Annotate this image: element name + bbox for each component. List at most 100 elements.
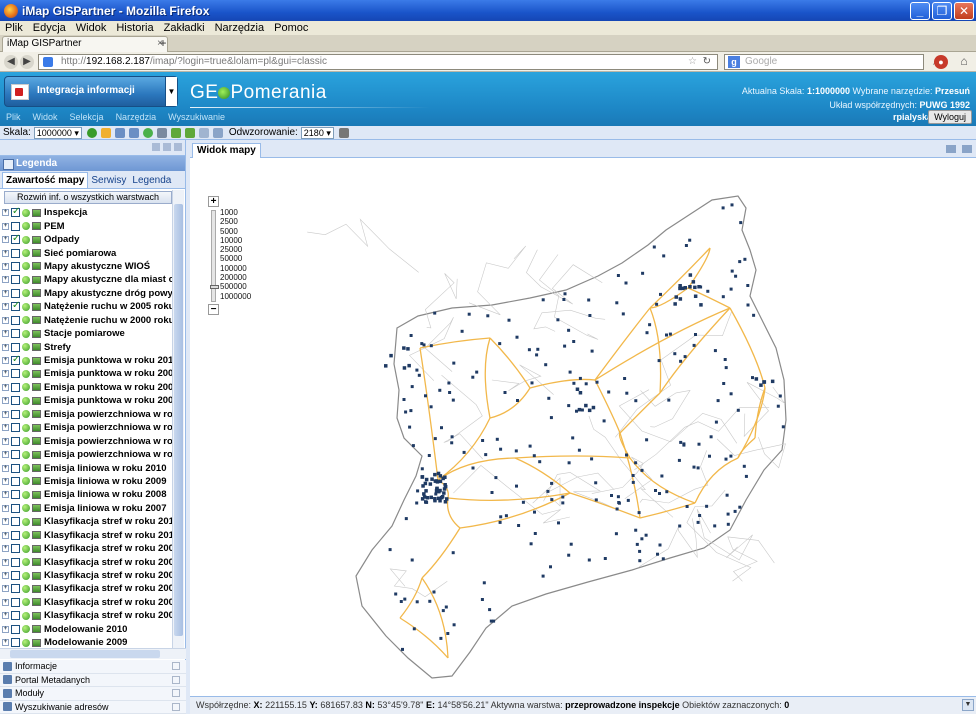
layer-item[interactable]: + PEM [0,219,172,232]
home-icon[interactable]: ⌂ [956,54,972,70]
inspection-point[interactable] [515,335,519,339]
inspection-point[interactable] [424,489,428,493]
inspection-point[interactable] [697,442,701,446]
inspection-point[interactable] [673,352,677,356]
maximize-button[interactable]: ❐ [932,1,952,20]
inspection-point[interactable] [430,477,434,481]
screen-icon[interactable] [212,127,223,138]
expand-icon[interactable]: + [2,477,9,485]
inspection-point[interactable] [486,314,490,318]
inspection-point[interactable] [416,489,420,493]
app-menu-tools[interactable]: Narzędzia [116,112,157,122]
layer-checkbox[interactable] [11,315,20,325]
inspection-point[interactable] [696,520,700,524]
panel-information[interactable]: Informacje [0,660,186,674]
inspection-point[interactable] [730,269,734,273]
inspection-point[interactable] [694,333,697,336]
layer-item[interactable]: + Inspekcja [0,206,172,219]
layer-checkbox[interactable] [11,476,20,486]
inspection-point[interactable] [499,447,503,451]
layer-visibility-icon[interactable] [22,531,30,540]
inspection-point[interactable] [691,280,696,284]
inspection-point[interactable] [634,461,638,465]
app-menu-file[interactable]: Plik [6,112,21,122]
inspection-point[interactable] [499,515,503,519]
inspection-point[interactable] [527,348,531,352]
inspection-point[interactable] [674,295,679,299]
inspection-point[interactable] [452,623,456,627]
layer-visibility-icon[interactable] [22,625,30,634]
zoom-level[interactable]: 200000 [220,273,251,282]
panel-metadata[interactable]: Portal Metadanych [0,673,186,687]
expand-icon[interactable]: + [2,303,9,311]
tab-map-content[interactable]: Zawartość mapy [2,172,89,188]
inspection-point[interactable] [433,497,437,501]
inspection-point[interactable] [471,375,475,379]
inspection-point[interactable] [614,532,618,536]
expand-icon[interactable]: + [2,262,9,270]
inspection-point[interactable] [492,619,496,623]
back-icon[interactable]: ◀ [4,55,18,69]
inspection-point[interactable] [549,416,553,420]
inspection-point[interactable] [443,475,447,480]
layer-visibility-icon[interactable] [22,369,30,378]
expand-icon[interactable]: + [2,531,9,539]
forward-icon[interactable]: ▶ [20,55,34,69]
inspection-point[interactable] [567,404,571,408]
inspection-point[interactable] [462,450,466,454]
layer-checkbox[interactable] [11,450,20,460]
inspection-point[interactable] [743,257,747,261]
expand-icon[interactable]: + [2,410,9,418]
zoom-level[interactable]: 5000 [220,227,251,236]
addon-icon[interactable]: ● [934,55,948,69]
inspection-point[interactable] [507,318,511,322]
inspection-point[interactable] [667,398,671,402]
inspection-point[interactable] [421,484,425,488]
inspection-point[interactable] [567,553,571,557]
menu-tools[interactable]: Narzędzia [210,22,270,34]
layer-item[interactable]: + Klasyfikacja stref w roku 2008 [0,569,172,582]
layer-visibility-icon[interactable] [22,235,30,244]
inspection-point[interactable] [724,366,728,370]
inspection-point[interactable] [401,647,404,651]
layer-checkbox[interactable] [11,503,20,513]
layer-visibility-icon[interactable] [22,517,30,526]
search-bar[interactable]: g Google ⌕ [724,54,939,70]
inspection-point[interactable] [603,557,607,560]
inspection-point[interactable] [420,467,424,471]
reload-icon[interactable]: ↻ [703,55,711,69]
inspection-point[interactable] [530,381,534,385]
inspection-point[interactable] [645,331,649,335]
layer-visibility-icon[interactable] [22,249,30,258]
inspection-point[interactable] [660,474,664,478]
layer-item[interactable]: + Modelowanie 2010 [0,623,172,636]
zoom-level[interactable]: 50000 [220,254,251,263]
inspection-point[interactable] [480,598,484,601]
inspection-point[interactable] [440,495,445,499]
inspection-point[interactable] [754,377,759,381]
inspection-point[interactable] [658,543,662,547]
layer-visibility-icon[interactable] [22,611,30,620]
inspection-point[interactable] [693,294,698,299]
zoom-level[interactable]: 100000 [220,264,251,273]
expand-all-layers-button[interactable]: Rozwiń inf. o wszystkich warstwach [4,191,172,204]
inspection-point[interactable] [444,605,448,609]
inspection-point[interactable] [422,492,426,496]
inspection-point[interactable] [752,313,756,317]
expand-icon[interactable]: + [2,316,9,324]
inspection-point[interactable] [708,454,711,458]
layer-item[interactable]: + Emisja punktowa w roku 2009 [0,367,172,380]
inspection-point[interactable] [408,425,412,429]
measure-icon[interactable] [198,127,209,138]
inspection-point[interactable] [424,394,427,398]
menu-view[interactable]: Widok [71,22,112,34]
inspection-point[interactable] [407,363,411,368]
inspection-point[interactable] [561,501,565,505]
inspection-point[interactable] [652,245,656,249]
inspection-point[interactable] [567,328,571,332]
layer-visibility-icon[interactable] [22,464,30,473]
inspection-point[interactable] [713,349,717,353]
overview-icon[interactable] [946,145,956,153]
inspection-point[interactable] [588,314,592,317]
inspection-point[interactable] [739,221,743,225]
